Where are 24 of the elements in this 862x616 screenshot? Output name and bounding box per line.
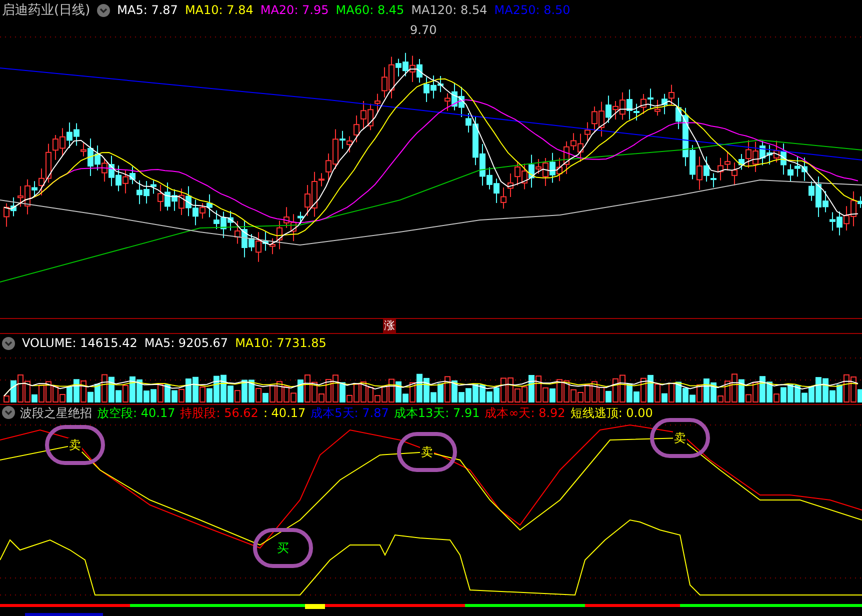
indicator-value: 成本∞天: 8.92 xyxy=(484,406,566,418)
buy-signal: 买 xyxy=(253,528,313,568)
indicator-value: MA10: 7731.85 xyxy=(235,337,326,349)
indicator-title: 波段之星绝招 xyxy=(20,406,92,418)
sell-signal: 卖 xyxy=(45,425,105,465)
indicator-value: : 40.17 xyxy=(263,406,306,418)
rise-badge: 涨 xyxy=(383,319,396,333)
indicator-value: 短线逃顶: 0.00 xyxy=(570,406,653,418)
indicator-value: 放空段: 40.17 xyxy=(97,406,176,418)
indicator-value: 成本13天: 7.91 xyxy=(394,406,480,418)
indicator-value: MA20: 7.95 xyxy=(260,4,329,16)
indicator-value: MA60: 8.45 xyxy=(336,4,404,16)
peak-price-label: 9.70 xyxy=(410,24,437,36)
sell-signal: 卖 xyxy=(650,418,710,458)
indicator-value: MA250: 8.50 xyxy=(494,4,570,16)
indicator-value: 持股段: 56.62 xyxy=(180,406,258,418)
sell-signal: 卖 xyxy=(397,432,457,472)
indicator-value: VOLUME: 14615.42 xyxy=(22,337,138,349)
indicator-value: MA5: 7.87 xyxy=(117,4,178,16)
indicator-value: 成本5天: 7.87 xyxy=(310,406,389,418)
indicator-value: MA5: 9205.67 xyxy=(144,337,228,349)
indicator-value: MA10: 7.84 xyxy=(184,4,254,16)
stock-title: 启迪药业(日线) xyxy=(2,4,90,16)
indicator-value: MA120: 8.54 xyxy=(411,4,488,16)
